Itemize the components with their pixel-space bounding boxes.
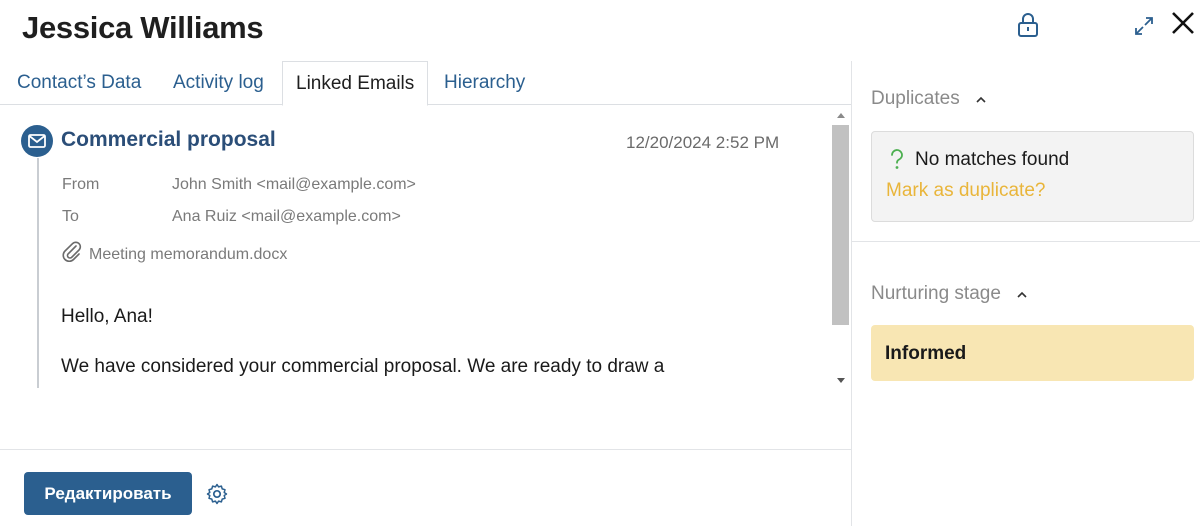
mail-icon — [21, 125, 53, 157]
contact-card: Jessica Williams Contact’s Data Activity… — [0, 0, 1200, 526]
scroll-thumb[interactable] — [832, 125, 849, 325]
tab-linked-emails[interactable]: Linked Emails — [282, 61, 429, 106]
scroll-up-arrow-icon[interactable] — [837, 113, 845, 118]
expand-icon[interactable] — [1132, 14, 1156, 40]
question-icon — [888, 149, 906, 171]
panel-divider — [851, 61, 852, 526]
edit-button[interactable]: Редактировать — [24, 472, 192, 515]
duplicates-status: No matches found — [915, 149, 1070, 170]
email-body-line: We have considered your commercial propo… — [61, 356, 665, 377]
chevron-up-icon — [975, 88, 987, 110]
mark-duplicate-link[interactable]: Mark as duplicate? — [886, 180, 1045, 202]
page-title: Jessica Williams — [22, 10, 264, 45]
email-date: 12/20/2024 2:52 PM — [626, 133, 780, 152]
scrollbar[interactable] — [831, 107, 850, 389]
duplicates-title: Duplicates — [871, 88, 960, 110]
tab-contacts-data[interactable]: Contact’s Data — [17, 61, 141, 105]
to-value: Ana Ruiz <mail@example.com> — [172, 208, 401, 225]
from-label: From — [62, 176, 100, 193]
duplicates-section-header[interactable]: Duplicates — [871, 88, 987, 110]
tab-hierarchy[interactable]: Hierarchy — [444, 61, 525, 105]
email-body-line: Hello, Ana! — [61, 306, 153, 327]
scroll-down-arrow-icon[interactable] — [837, 378, 845, 383]
nurturing-stage-value: Informed — [885, 343, 967, 364]
paperclip-icon — [61, 240, 83, 264]
lock-icon[interactable] — [1016, 12, 1040, 38]
email-subject[interactable]: Commercial proposal — [61, 128, 276, 152]
chevron-up-icon — [1016, 283, 1028, 305]
tab-bar: Contact’s Data Activity log Linked Email… — [0, 61, 851, 106]
nurturing-stage-badge[interactable]: Informed — [871, 325, 1194, 381]
to-label: To — [62, 208, 79, 225]
gear-icon[interactable] — [205, 482, 229, 506]
close-icon[interactable] — [1170, 10, 1196, 36]
attachment-link[interactable]: Meeting memorandum.docx — [89, 246, 287, 264]
duplicates-box: No matches found Mark as duplicate? — [871, 131, 1194, 222]
footer-divider — [0, 449, 851, 450]
nurturing-title: Nurturing stage — [871, 283, 1001, 305]
nurturing-section-header[interactable]: Nurturing stage — [871, 283, 1028, 305]
timeline-line — [37, 158, 39, 388]
from-value: John Smith <mail@example.com> — [172, 176, 416, 193]
section-divider — [852, 241, 1200, 242]
tab-activity-log[interactable]: Activity log — [173, 61, 264, 105]
